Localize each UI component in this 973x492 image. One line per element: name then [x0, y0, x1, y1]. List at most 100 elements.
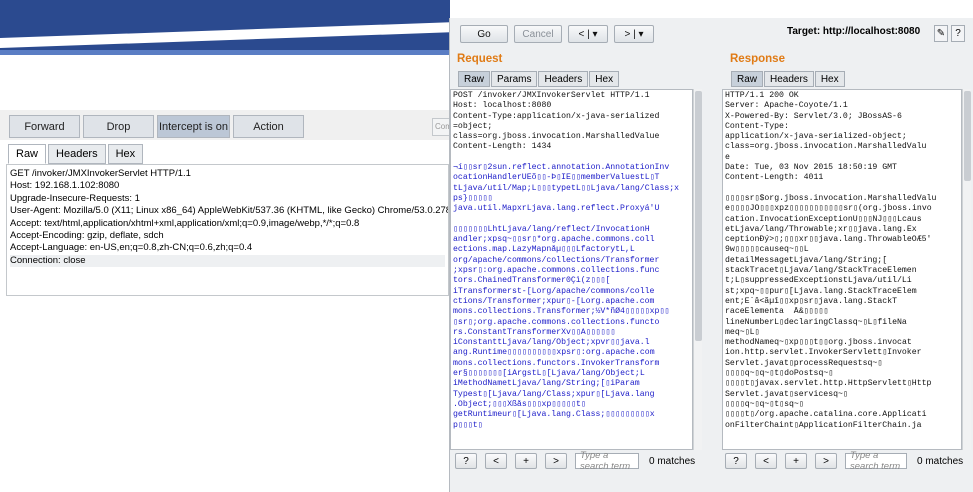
code-line: raceElementa Å&▯▯▯▯▯: [725, 307, 829, 317]
response-match-count: 0 matches: [917, 455, 964, 467]
response-title: Response: [730, 53, 785, 65]
request-search-bar: ? < + > Type a search term 0 matches: [455, 450, 696, 472]
request-tab-params[interactable]: Params: [491, 71, 538, 87]
forward-button[interactable]: Forward: [9, 115, 80, 138]
request-tab-raw[interactable]: Raw: [458, 71, 491, 87]
response-add-button[interactable]: +: [785, 453, 807, 469]
code-line: mons.collections.functors.InvokerTransfo…: [453, 358, 660, 368]
code-line: Accept-Language: en-US,en;q=0.8,zh-CN;q=…: [10, 242, 253, 254]
request-match-count: 0 matches: [649, 455, 696, 467]
pane-splitter[interactable]: [712, 48, 722, 478]
tab-headers[interactable]: Headers: [48, 144, 106, 164]
tab-raw[interactable]: Raw: [8, 144, 47, 164]
repeater-window: Go Cancel < | ▾ > | ▾ Target: http://loc…: [449, 18, 973, 492]
response-tab-headers[interactable]: Headers: [764, 71, 814, 87]
drop-button[interactable]: Drop: [83, 115, 154, 138]
code-line: Content-Type:application/x-java-serializ…: [453, 111, 660, 121]
code-line: meq~▯L▯: [725, 327, 760, 337]
code-line: application/x-java-serialized-object;: [725, 132, 907, 142]
code-line: ctions/Transformer;xpur▯-[Lorg.apache.co…: [453, 296, 655, 306]
response-editor[interactable]: HTTP/1.1 200 OK Server: Apache-Coyote/1.1…: [722, 89, 962, 450]
response-scrollbar[interactable]: [962, 89, 971, 450]
code-line: Content-Type:: [725, 121, 789, 131]
code-line: .Object;▯▯▯Xßås▯▯▯xp▯▯▯▯▯t▯: [453, 399, 586, 409]
response-tab-raw[interactable]: Raw: [731, 71, 764, 87]
code-line: =object;: [453, 121, 493, 131]
intercept-toggle-button[interactable]: Intercept is on: [157, 115, 230, 138]
code-line: iTransformerst-[Lorg/apache/commons/coll…: [453, 286, 655, 296]
code-line: Content-Length: 1434: [453, 142, 552, 152]
request-scroll-thumb[interactable]: [695, 91, 702, 341]
code-line: User-Agent: Mozilla/5.0 (X11; Linux x86_…: [10, 205, 449, 217]
code-line: lineNumberL▯declaringClassq~▯L▯fileNa: [725, 317, 907, 327]
target-label: Target: http://localhost:8080: [787, 26, 921, 37]
code-line: GET /invoker/JMXInvokerServlet HTTP/1.1: [10, 168, 191, 179]
code-line: ▯▯▯▯t▯javax.servlet.http.HttpServlett▯Ht…: [725, 379, 932, 389]
code-line: methodNameq~▯xp▯▯▯t▯▯org.jboss.invocat: [725, 338, 912, 348]
code-line: iConstanttLjava/lang/Object;xpvr▯▯java.l: [453, 338, 650, 348]
help-icon[interactable]: ?: [951, 25, 965, 42]
code-line: Content-Length: 4011: [725, 173, 824, 183]
code-line: ¬í▯▯sr▯2sun.reflect.annotation.Annotatio…: [453, 163, 670, 173]
code-line: X-Powered-By: Servlet/3.0; JBossAS-6: [725, 111, 902, 121]
edit-target-icon[interactable]: ✎: [934, 25, 948, 42]
code-line: ▯▯▯▯q~▯q~▯t▯sq~▯: [725, 399, 804, 409]
code-line: andler;xpsq~▯▯sr▯*org.apache.commons.col…: [453, 235, 655, 245]
code-line: Host: 192.168.1.102:8080: [10, 180, 120, 192]
tab-hex[interactable]: Hex: [107, 144, 144, 164]
code-line: Typest▯[Ljava/lang/Class;xpur▯[Ljava.lan…: [453, 389, 655, 399]
request-help-button[interactable]: ?: [455, 453, 477, 469]
code-line: class=org.jboss.invocation.MarshalledVal…: [453, 132, 660, 142]
code-line: e▯▯▯▯JÖ▯▯▯xpz▯▯▯▯▯▯▯▯▯▯▯sr▯(org.jboss.in…: [725, 204, 932, 214]
code-line: HTTP/1.1 200 OK: [725, 91, 799, 100]
code-line: POST /invoker/JMXInvokerServlet HTTP/1.1: [453, 91, 650, 100]
request-next-button[interactable]: >: [545, 453, 567, 469]
action-button[interactable]: Action: [233, 115, 304, 138]
proxy-intercept-panel: Forward Drop Intercept is on Action Raw …: [0, 102, 449, 492]
request-prev-button[interactable]: <: [485, 453, 507, 469]
code-line: etLjava/lang/Throwable;xr▯▯java.lang.Ex: [725, 224, 917, 234]
response-search-input[interactable]: Type a search term: [845, 450, 907, 472]
code-line: ocationHandlerUÊõ▯▯-Þ▯ÏÊ▯▯memberValuestL…: [453, 173, 660, 183]
back-history-button[interactable]: < | ▾: [568, 25, 608, 43]
request-editor[interactable]: POST /invoker/JMXInvokerServlet HTTP/1.1…: [450, 89, 693, 450]
request-title: Request: [457, 53, 503, 65]
request-search-input[interactable]: Type a search term: [575, 450, 639, 472]
comment-field-edge[interactable]: Com: [432, 118, 449, 136]
code-line: Accept: text/html,application/xhtml+xml,…: [10, 217, 360, 229]
code-line: rs.ConstantTransformerXv▯▯A▯▯▯▯▯▯: [453, 327, 616, 337]
code-line: java.util.MapxrLjava.lang.reflect.Proxyá…: [453, 204, 660, 214]
code-line: t;L▯suppressedExceptionstLjava/util/Li: [725, 276, 912, 286]
code-line: 9w▯▯▯▯▯causeq~▯▯L: [725, 245, 809, 255]
code-line: cation.InvocationExceptionÙ▯▯▯ÑJ▯▯▯Lcaus: [725, 214, 922, 224]
response-scroll-thumb[interactable]: [964, 91, 971, 181]
code-line: stackTracet▯Ljava/lang/StackTraceElemen: [725, 266, 917, 276]
code-line: ▯▯▯▯t▯/org.apache.catalina.core.Applicat…: [725, 410, 927, 420]
code-line: Servlet.javat▯processRequestsq~▯: [725, 358, 883, 368]
response-search-bar: ? < + > Type a search term 0 matches: [725, 450, 964, 472]
go-button[interactable]: Go: [460, 25, 508, 43]
code-line: mons.collections.Transformer;½V*ñØ4▯▯▯▯▯…: [453, 307, 670, 317]
code-line: ent;Ê´â<ãµî▯▯xp▯sr▯java.lang.StackT: [725, 296, 898, 306]
request-add-button[interactable]: +: [515, 453, 537, 469]
response-next-button[interactable]: >: [815, 453, 837, 469]
forward-history-button[interactable]: > | ▾: [614, 25, 654, 43]
intercept-tabs: Raw Headers Hex: [8, 144, 145, 164]
code-line: ps}▯▯▯▯▯: [453, 193, 493, 203]
request-scrollbar[interactable]: [693, 89, 702, 450]
request-tab-hex[interactable]: Hex: [589, 71, 620, 87]
code-line: iMethodNametLjava/lang/String;[▯iParam: [453, 379, 640, 389]
response-help-button[interactable]: ?: [725, 453, 747, 469]
intercept-request-editor[interactable]: GET /invoker/JMXInvokerServlet HTTP/1.1 H…: [6, 164, 449, 296]
code-line: Connection: close: [10, 254, 445, 268]
response-prev-button[interactable]: <: [755, 453, 777, 469]
code-line: e: [725, 152, 730, 162]
response-tab-hex[interactable]: Hex: [814, 71, 845, 87]
code-line: Date: Tue, 03 Nov 2015 18:50:19 GMT: [725, 163, 897, 173]
code-line: org/apache/commons/collections/Transform…: [453, 255, 660, 265]
cancel-button[interactable]: Cancel: [514, 25, 562, 43]
request-tab-headers[interactable]: Headers: [538, 71, 589, 87]
